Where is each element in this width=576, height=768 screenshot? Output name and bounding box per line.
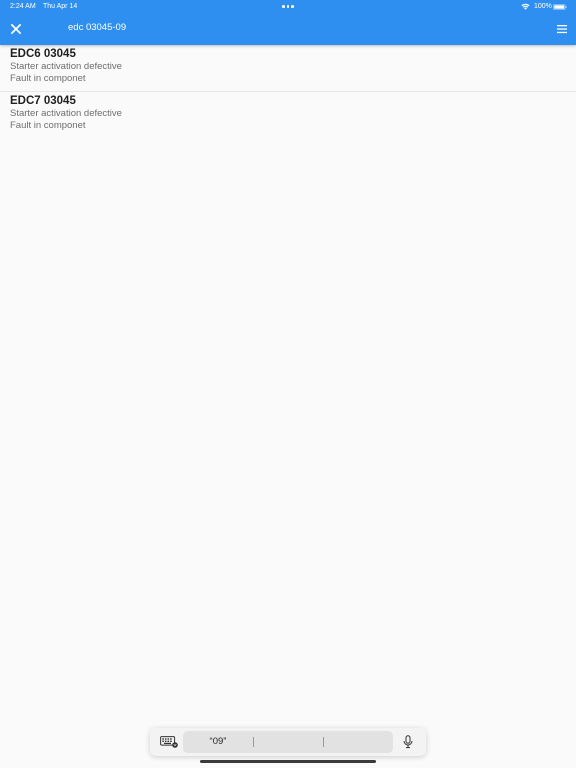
result-item-edc6[interactable]: EDC6 03045 Starter activation defective … xyxy=(0,45,576,92)
suggestion-strip: “09” xyxy=(183,731,393,753)
suggestion-item[interactable]: “09” xyxy=(183,731,253,753)
wifi-icon xyxy=(521,3,530,10)
search-input[interactable]: edc 03045-09 xyxy=(68,21,126,35)
hamburger-menu-icon[interactable] xyxy=(552,21,572,37)
result-code: EDC6 03045 xyxy=(10,48,76,60)
suggestion-item[interactable] xyxy=(253,731,323,753)
keyboard-shortcut-bar: “09” xyxy=(150,728,426,756)
result-description: Starter activation defective xyxy=(10,61,122,72)
result-code: EDC7 03045 xyxy=(10,95,76,107)
home-indicator[interactable] xyxy=(200,760,376,763)
status-date: Thu Apr 14 xyxy=(43,3,78,10)
results-list: EDC6 03045 Starter activation defective … xyxy=(0,45,576,138)
status-bar: 2:24 AM Thu Apr 14 100% xyxy=(0,0,576,14)
microphone-icon[interactable] xyxy=(402,735,414,749)
result-status: Fault in componet xyxy=(10,120,86,131)
result-item-edc7[interactable]: EDC7 03045 Starter activation defective … xyxy=(0,92,576,138)
keyboard-icon[interactable] xyxy=(160,736,178,748)
close-icon[interactable] xyxy=(6,19,26,39)
app-bar: 2:24 AM Thu Apr 14 100% edc 03045-09 xyxy=(0,0,576,45)
result-description: Starter activation defective xyxy=(10,108,122,119)
result-status: Fault in componet xyxy=(10,73,86,84)
battery-percentage: 100% xyxy=(534,3,552,10)
battery-full-icon xyxy=(553,3,567,10)
multitasking-dots-icon[interactable] xyxy=(282,5,294,9)
status-time: 2:24 AM xyxy=(10,3,36,10)
suggestion-item[interactable] xyxy=(323,731,393,753)
